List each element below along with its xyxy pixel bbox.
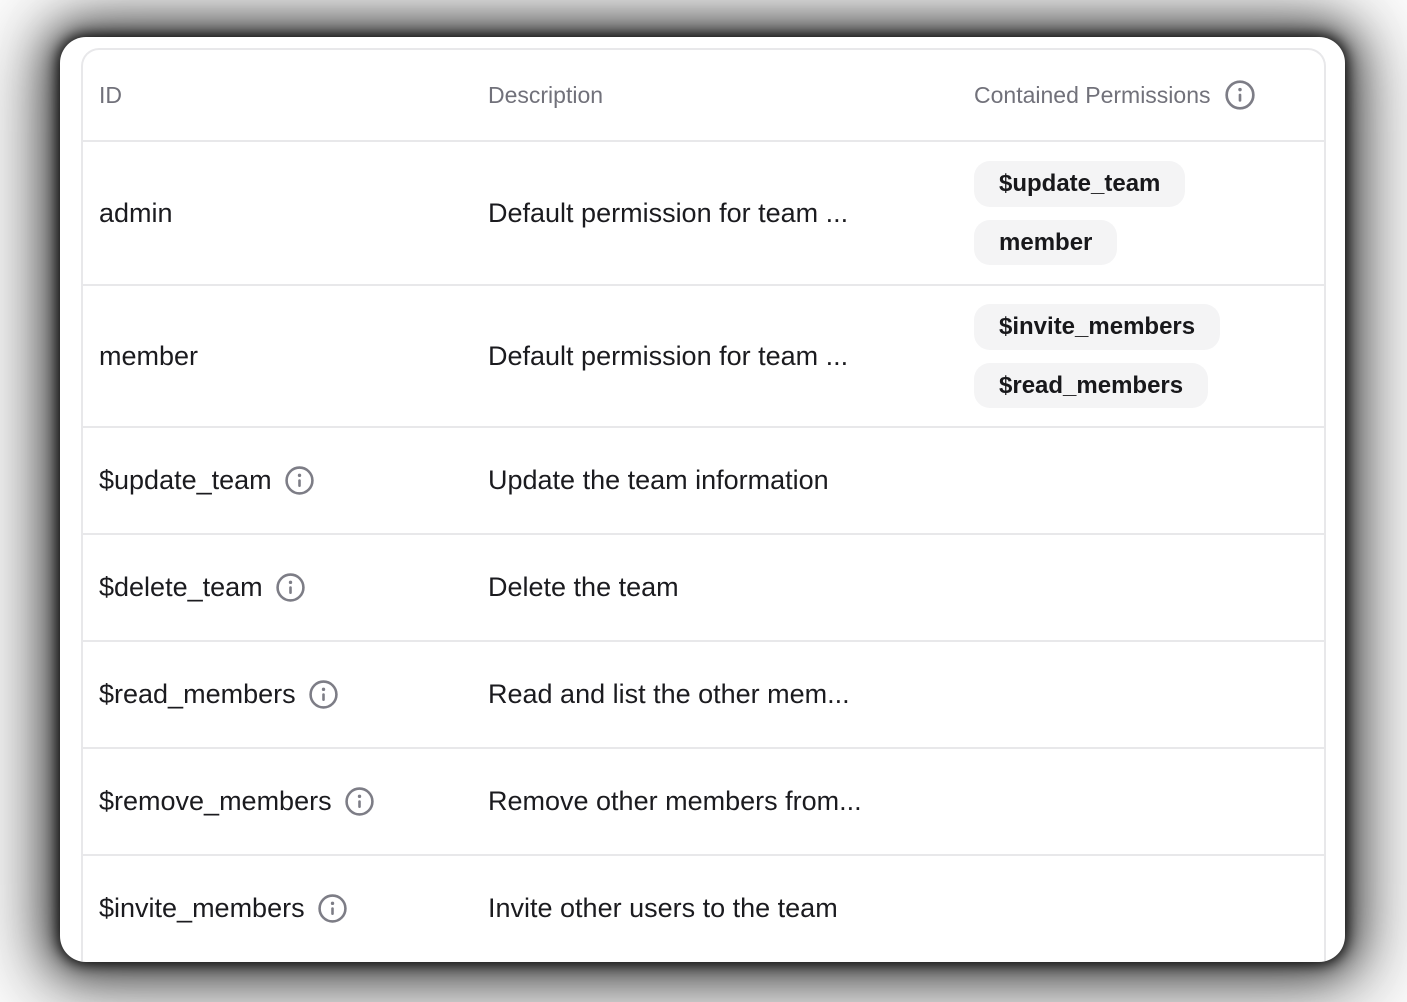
info-icon[interactable] — [1224, 79, 1256, 111]
table-row-member: member Default permission for team ... $… — [83, 284, 1324, 426]
id-cell: $update_team — [83, 465, 472, 496]
permissions-cell — [958, 460, 1324, 502]
permission-id: $remove_members — [99, 786, 332, 817]
id-cell: admin — [83, 198, 472, 229]
table-frame: ID Description Contained Permissions adm… — [60, 37, 1345, 962]
description-cell: Invite other users to the team — [472, 893, 958, 924]
permission-id: $invite_members — [99, 893, 305, 924]
id-cell: member — [83, 341, 472, 372]
id-cell: $read_members — [83, 679, 472, 710]
permissions-table: ID Description Contained Permissions adm… — [81, 48, 1326, 961]
permission-id: $update_team — [99, 465, 272, 496]
permissions-cell — [958, 781, 1324, 823]
table-row-admin: admin Default permission for team ... $u… — [83, 140, 1324, 284]
table-row-read-members: $read_members Read and list the other me… — [83, 640, 1324, 747]
info-icon[interactable] — [284, 465, 315, 496]
column-header-description: Description — [472, 82, 958, 109]
table-row-update-team: $update_team Update the team information — [83, 426, 1324, 533]
permission-id: admin — [99, 198, 173, 229]
id-cell: $invite_members — [83, 893, 472, 924]
permission-badge: $invite_members — [974, 304, 1220, 349]
table-row-delete-team: $delete_team Delete the team — [83, 533, 1324, 640]
column-header-contained-permissions: Contained Permissions — [958, 79, 1324, 111]
permissions-cell: $invite_members $read_members — [958, 283, 1324, 428]
id-cell: $remove_members — [83, 786, 472, 817]
permissions-screenshot: ID Description Contained Permissions adm… — [0, 0, 1407, 1002]
permissions-cell: $update_team member — [958, 140, 1324, 285]
info-icon[interactable] — [275, 572, 306, 603]
permissions-cell — [958, 567, 1324, 609]
permission-badge: $read_members — [974, 363, 1208, 408]
permissions-cell — [958, 674, 1324, 716]
column-header-id-label: ID — [99, 82, 122, 109]
permission-id: member — [99, 341, 198, 372]
description-cell: Read and list the other mem... — [472, 679, 958, 710]
permissions-cell — [958, 888, 1324, 930]
description-cell: Default permission for team ... — [472, 341, 958, 372]
description-cell: Remove other members from... — [472, 786, 958, 817]
permission-badge: $update_team — [974, 161, 1185, 206]
permission-id: $delete_team — [99, 572, 263, 603]
permission-id: $read_members — [99, 679, 296, 710]
info-icon[interactable] — [317, 893, 348, 924]
info-icon[interactable] — [344, 786, 375, 817]
column-header-id: ID — [83, 82, 472, 109]
description-cell: Update the team information — [472, 465, 958, 496]
table-row-invite-members: $invite_members Invite other users to th… — [83, 854, 1324, 961]
description-cell: Default permission for team ... — [472, 198, 958, 229]
id-cell: $delete_team — [83, 572, 472, 603]
column-header-contained-permissions-label: Contained Permissions — [974, 82, 1211, 109]
column-header-description-label: Description — [488, 82, 603, 109]
table-header-row: ID Description Contained Permissions — [83, 50, 1324, 140]
description-cell: Delete the team — [472, 572, 958, 603]
permission-badge: member — [974, 220, 1117, 265]
table-row-remove-members: $remove_members Remove other members fro… — [83, 747, 1324, 854]
info-icon[interactable] — [308, 679, 339, 710]
